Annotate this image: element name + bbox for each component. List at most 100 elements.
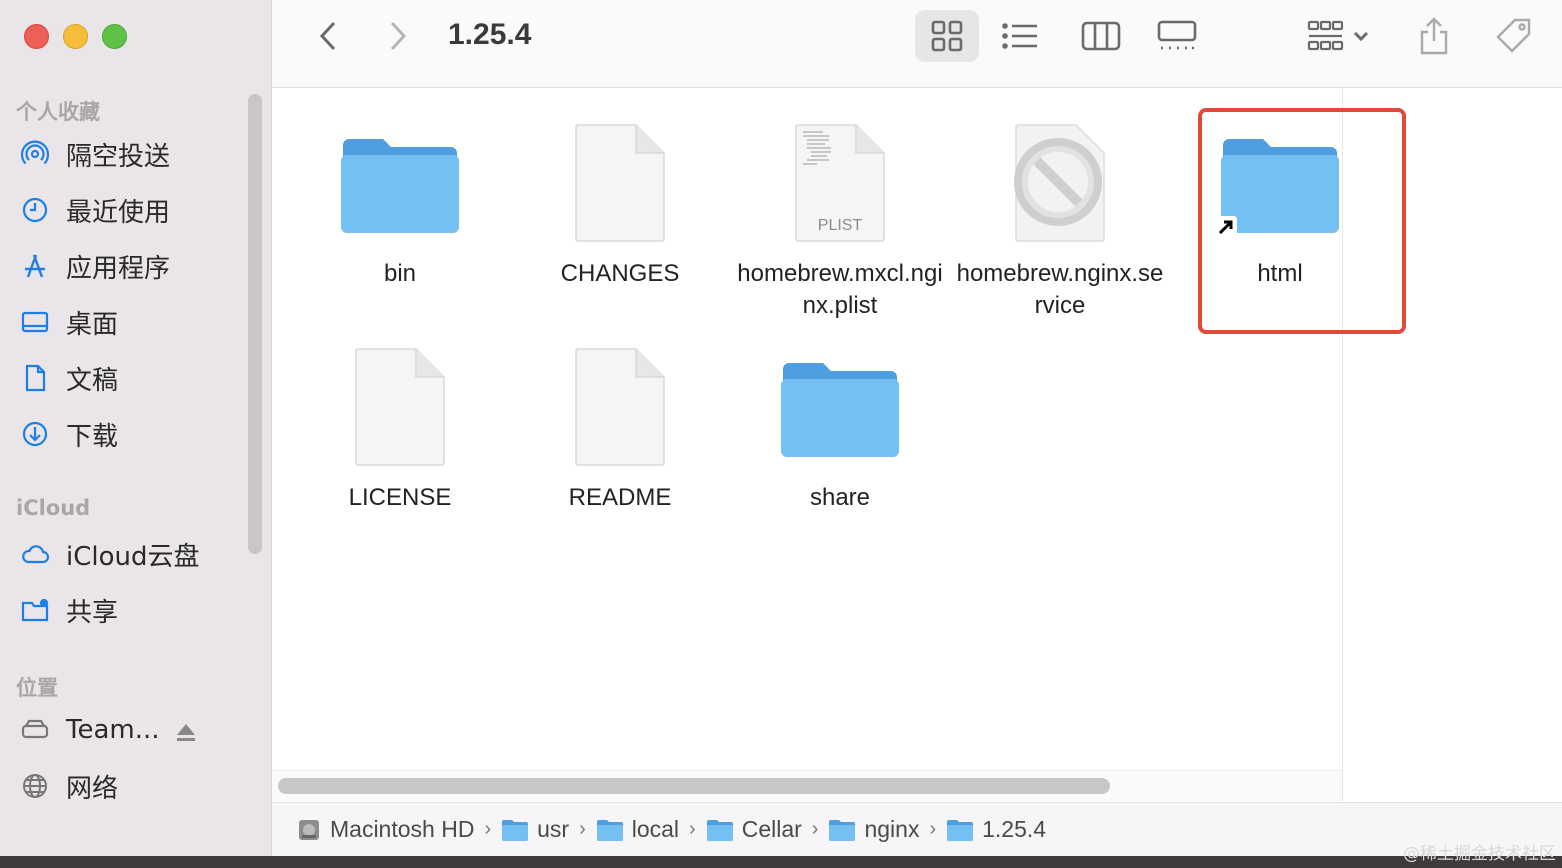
toolbar: 1.25.4 — [272, 0, 1562, 88]
eject-icon[interactable] — [174, 720, 198, 744]
breadcrumb-label: nginx — [864, 816, 920, 842]
file-name: homebrew.nginx.service — [956, 260, 1164, 319]
folder-icon — [335, 118, 465, 248]
file-name: bin — [383, 260, 417, 287]
prohibited-icon — [995, 118, 1125, 248]
file-item-bin[interactable]: bin — [290, 118, 510, 290]
document-file-icon — [555, 342, 685, 472]
path-bar: Macintosh HD › usr › local › Cellar › ng… — [272, 802, 1562, 856]
sidebar-item-label: Team... — [66, 715, 160, 745]
gallery-view-button[interactable] — [1148, 10, 1206, 62]
file-item-share[interactable]: share — [730, 342, 950, 514]
document-file-icon — [555, 118, 685, 248]
minimize-window-button[interactable] — [63, 24, 88, 49]
share-icon — [1420, 17, 1448, 55]
sidebar-section-locations: 位置 — [16, 676, 58, 700]
sidebar-item-label: 应用程序 — [66, 253, 171, 284]
plist-badge: PLIST — [818, 217, 863, 234]
breadcrumb-label: local — [631, 816, 680, 842]
list-view-button[interactable] — [994, 10, 1046, 62]
dock-strip — [0, 856, 1562, 868]
folder-icon — [829, 819, 856, 841]
sidebar-item-airdrop[interactable]: 隔空投送 — [18, 134, 170, 174]
desktop-icon — [18, 305, 52, 339]
breadcrumb-label: 1.25.4 — [982, 816, 1047, 842]
breadcrumb-version[interactable]: 1.25.4 — [946, 816, 1046, 843]
file-item-service[interactable]: homebrew.nginx.service — [950, 118, 1170, 322]
sidebar-item-documents[interactable]: 文稿 — [18, 358, 118, 398]
breadcrumb-separator: › — [484, 818, 492, 840]
sidebar-item-label: 下载 — [66, 421, 119, 452]
breadcrumb-separator: › — [579, 818, 586, 840]
file-name: share — [809, 484, 871, 511]
sidebar-item-downloads[interactable]: 下载 — [18, 414, 118, 454]
tag-icon — [1496, 18, 1531, 53]
share-button[interactable] — [1412, 10, 1456, 62]
window-title: 1.25.4 — [448, 18, 532, 51]
sidebar-item-applications[interactable]: 应用程序 — [18, 246, 170, 286]
file-item-license[interactable]: LICENSE — [290, 342, 510, 514]
sidebar-item-icloud-drive[interactable]: iCloud云盘 — [18, 534, 200, 574]
globe-icon — [18, 769, 52, 803]
breadcrumb-macintosh-hd[interactable]: Macintosh HD — [296, 816, 474, 843]
file-item-readme[interactable]: README — [510, 342, 730, 514]
sidebar-item-recents[interactable]: 最近使用 — [18, 190, 170, 230]
clock-icon — [18, 193, 52, 227]
gallery-icon — [1157, 20, 1197, 50]
folder-icon — [775, 342, 905, 472]
column-view-button[interactable] — [1072, 10, 1130, 62]
breadcrumb-separator: › — [689, 818, 696, 840]
sidebar-scrollbar[interactable] — [248, 94, 262, 554]
group-icon — [1307, 20, 1344, 51]
sidebar: 个人收藏 隔空投送 最近使用 应用程序 桌面 文稿 下载 iCloud iClo… — [0, 0, 272, 868]
applications-icon — [18, 249, 52, 283]
folder-icon — [502, 819, 529, 841]
sidebar-item-label: 网络 — [66, 773, 119, 804]
chevron-down-icon — [1353, 31, 1369, 42]
sidebar-item-label: iCloud云盘 — [66, 541, 200, 572]
grid-icon — [931, 20, 963, 52]
sidebar-item-network[interactable]: 网络 — [18, 766, 118, 806]
icon-view-button[interactable] — [915, 10, 979, 62]
file-name: CHANGES — [560, 260, 680, 287]
sidebar-section-favorites: 个人收藏 — [16, 100, 100, 124]
folder-icon — [596, 819, 623, 841]
close-window-button[interactable] — [24, 24, 49, 49]
sidebar-item-label: 共享 — [66, 597, 119, 628]
breadcrumb-nginx[interactable]: nginx — [828, 816, 919, 843]
breadcrumb-label: Macintosh HD — [330, 816, 475, 842]
chevron-right-icon — [390, 21, 407, 51]
document-icon — [18, 361, 52, 395]
breadcrumb-usr[interactable]: usr — [501, 816, 569, 843]
breadcrumb-cellar[interactable]: Cellar — [706, 816, 802, 843]
folder-icon — [947, 819, 974, 841]
tag-button[interactable] — [1490, 10, 1538, 62]
sidebar-item-desktop[interactable]: 桌面 — [18, 302, 118, 342]
breadcrumb-local[interactable]: local — [596, 816, 679, 843]
file-item-plist[interactable]: PLIST homebrew.mxcl.nginx.plist — [730, 118, 950, 322]
cloud-icon — [18, 537, 52, 571]
watermark: @稀土掘金技术社区 — [1403, 844, 1556, 864]
file-name: README — [568, 484, 672, 511]
window-controls — [24, 24, 127, 49]
sidebar-item-label: 桌面 — [66, 309, 119, 340]
breadcrumb-separator: › — [811, 818, 819, 840]
horizontal-scrollbar[interactable] — [278, 778, 1110, 794]
back-button[interactable] — [308, 16, 348, 56]
breadcrumb-separator: › — [929, 818, 937, 840]
file-item-changes[interactable]: CHANGES — [510, 118, 730, 290]
breadcrumb-label: Cellar — [741, 816, 802, 842]
plist-file-icon: PLIST — [775, 118, 905, 248]
breadcrumb-label: usr — [537, 816, 570, 842]
sidebar-item-shared[interactable]: 共享 — [18, 590, 118, 630]
file-name: LICENSE — [348, 484, 452, 511]
sidebar-item-team-drive[interactable]: Team... — [18, 710, 160, 750]
airdrop-icon — [18, 137, 52, 171]
zoom-window-button[interactable] — [102, 24, 127, 49]
group-by-button[interactable] — [1300, 10, 1376, 62]
chevron-left-icon — [319, 21, 336, 51]
sidebar-section-icloud: iCloud — [16, 496, 91, 520]
download-icon — [18, 417, 52, 451]
forward-button[interactable] — [378, 16, 418, 56]
document-file-icon — [335, 342, 465, 472]
